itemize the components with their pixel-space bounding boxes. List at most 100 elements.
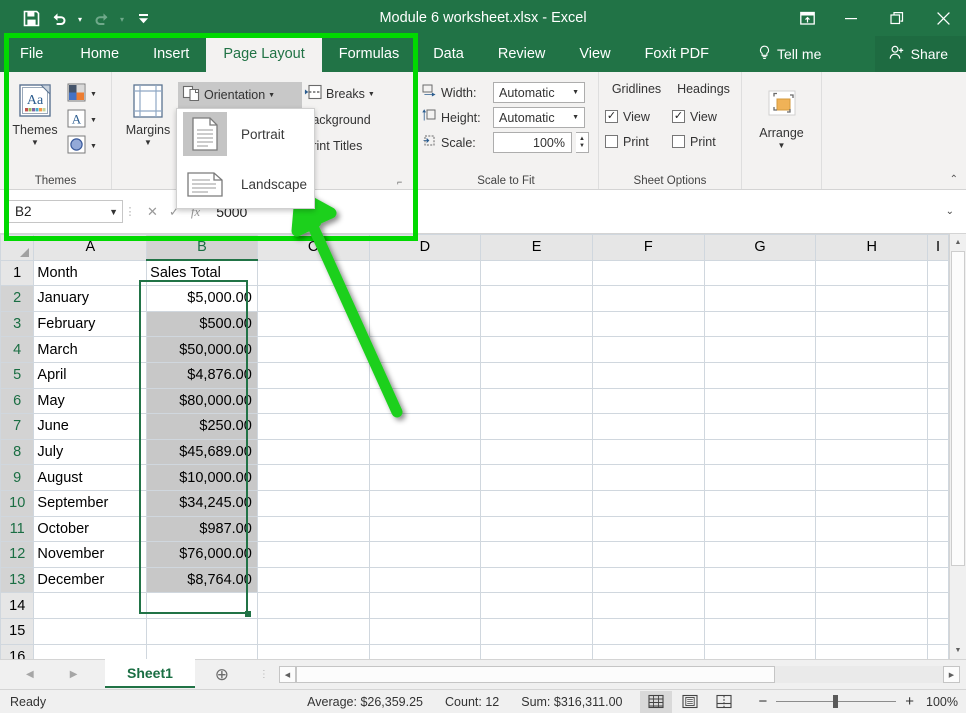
cell-i8[interactable] (927, 438, 949, 466)
cell-c4[interactable] (256, 336, 370, 363)
cell-g1[interactable] (703, 259, 817, 287)
column-header-c[interactable]: C (256, 234, 370, 261)
page-layout-view-icon[interactable] (674, 691, 706, 713)
cell-a9[interactable]: August (33, 464, 148, 491)
cell-f5[interactable] (591, 361, 705, 389)
horizontal-scroll-thumb[interactable] (295, 666, 775, 683)
cell-i4[interactable] (927, 336, 949, 363)
cell-g9[interactable] (703, 464, 817, 491)
hscroll-left-icon[interactable]: ◀ (278, 666, 296, 683)
customize-qat-icon[interactable] (130, 5, 156, 31)
close-icon[interactable] (920, 0, 966, 36)
cell-a4[interactable]: March (33, 336, 148, 363)
cell-e3[interactable] (480, 310, 593, 338)
margins-dropdown-icon[interactable]: ▼ (144, 138, 152, 147)
cell-e13[interactable] (480, 566, 593, 594)
cell-h10[interactable] (815, 489, 929, 517)
cell-h1[interactable] (815, 259, 929, 287)
column-header-a[interactable]: A (33, 234, 148, 261)
cell-f10[interactable] (591, 489, 705, 517)
row-header-3[interactable]: 3 (0, 310, 35, 338)
cell-b14[interactable] (146, 592, 258, 619)
row-header-11[interactable]: 11 (0, 515, 35, 543)
column-header-b[interactable]: B (146, 234, 258, 262)
tab-home[interactable]: Home (63, 36, 136, 72)
cell-h5[interactable] (815, 361, 929, 389)
cell-d11[interactable] (368, 515, 482, 543)
gridlines-view-checkbox[interactable]: ✓ (605, 110, 618, 123)
zoom-level-label[interactable]: 100% (924, 695, 966, 709)
cell-e16[interactable] (480, 643, 593, 659)
cell-i5[interactable] (927, 361, 949, 389)
cell-g6[interactable] (703, 387, 817, 415)
column-header-h[interactable]: H (815, 234, 929, 261)
cell-e4[interactable] (480, 336, 593, 363)
undo-dropdown-icon[interactable]: ▾ (74, 5, 86, 31)
cell-f6[interactable] (591, 387, 705, 415)
cell-a11[interactable]: October (33, 515, 148, 543)
column-header-g[interactable]: G (703, 234, 817, 261)
cell-i7[interactable] (927, 413, 949, 440)
scroll-down-icon[interactable]: ▼ (950, 642, 966, 659)
cell-d8[interactable] (368, 438, 482, 466)
expand-formula-bar-icon[interactable]: ⌄ (940, 206, 960, 217)
arrange-dropdown-icon[interactable]: ▼ (778, 141, 786, 150)
row-header-15[interactable]: 15 (0, 617, 35, 645)
cell-a12[interactable]: November (33, 541, 148, 568)
cell-d10[interactable] (368, 489, 482, 517)
save-icon[interactable] (18, 5, 44, 31)
column-header-d[interactable]: D (368, 234, 482, 261)
cell-h14[interactable] (815, 592, 929, 619)
gridlines-view-row[interactable]: ✓ View (605, 104, 668, 129)
formula-input[interactable]: 5000 (210, 200, 939, 223)
row-header-9[interactable]: 9 (0, 464, 35, 491)
column-header-f[interactable]: F (591, 234, 705, 261)
tab-file[interactable]: File (0, 36, 63, 72)
cell-e10[interactable] (480, 489, 593, 517)
cell-g13[interactable] (703, 566, 817, 594)
row-header-1[interactable]: 1 (0, 259, 35, 287)
cell-i10[interactable] (927, 489, 949, 517)
row-header-16[interactable]: 16 (0, 643, 35, 659)
cell-d2[interactable] (368, 285, 482, 312)
cell-g11[interactable] (703, 515, 817, 543)
row-header-13[interactable]: 13 (0, 566, 35, 594)
cell-g7[interactable] (703, 413, 817, 440)
cell-g14[interactable] (703, 592, 817, 619)
cell-c16[interactable] (256, 643, 370, 659)
cell-c9[interactable] (256, 464, 370, 491)
cell-e9[interactable] (480, 464, 593, 491)
cell-a6[interactable]: May (33, 387, 148, 415)
cell-e11[interactable] (480, 515, 593, 543)
row-header-6[interactable]: 6 (0, 387, 35, 415)
undo-icon[interactable] (46, 5, 72, 31)
cell-d7[interactable] (368, 413, 482, 440)
cell-f9[interactable] (591, 464, 705, 491)
cell-g2[interactable] (703, 285, 817, 312)
cell-i9[interactable] (927, 464, 949, 491)
cell-b8[interactable]: $45,689.00 (146, 438, 258, 466)
cell-h11[interactable] (815, 515, 929, 543)
cell-e6[interactable] (480, 387, 593, 415)
cell-h9[interactable] (815, 464, 929, 491)
cell-b2[interactable]: $5,000.00 (146, 285, 258, 312)
cell-i11[interactable] (927, 515, 949, 543)
cell-b10[interactable]: $34,245.00 (146, 489, 258, 517)
cell-e15[interactable] (480, 617, 593, 645)
cell-i13[interactable] (927, 566, 949, 594)
zoom-slider-thumb[interactable] (833, 695, 839, 708)
cell-d15[interactable] (368, 617, 482, 645)
themes-button[interactable]: Aa Themes ▼ (6, 79, 64, 147)
orientation-dropdown-icon[interactable]: ▼ (268, 92, 275, 99)
cell-b9[interactable]: $10,000.00 (146, 464, 258, 491)
cell-h6[interactable] (815, 387, 929, 415)
cell-i14[interactable] (927, 592, 949, 619)
row-header-10[interactable]: 10 (0, 489, 35, 517)
column-header-i[interactable]: I (927, 234, 949, 261)
vertical-scroll-thumb[interactable] (951, 251, 965, 566)
width-chevron-down-icon[interactable]: ▼ (572, 89, 582, 96)
cell-c11[interactable] (256, 515, 370, 543)
cell-c12[interactable] (256, 541, 370, 568)
cell-e8[interactable] (480, 438, 593, 466)
themes-dropdown-icon[interactable]: ▼ (31, 138, 39, 147)
